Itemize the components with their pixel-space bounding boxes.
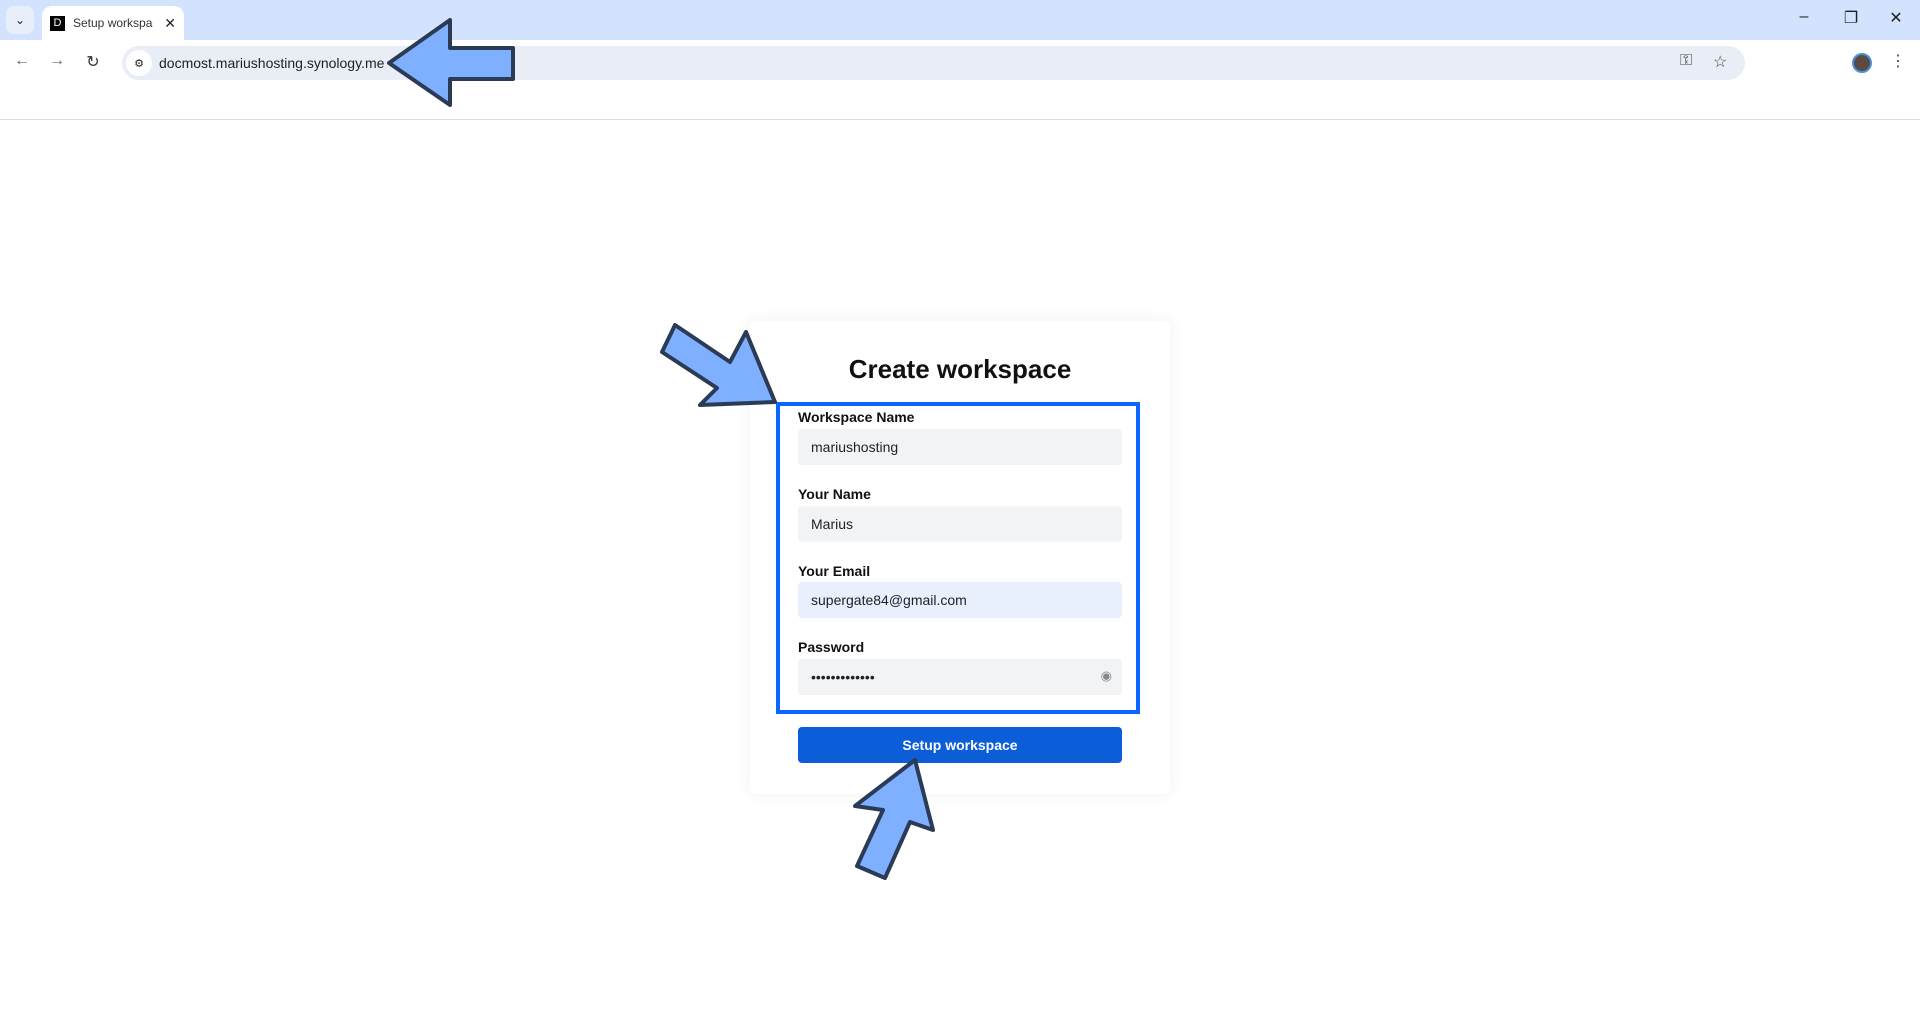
annotation-arrows [387,18,935,880]
arrow-to-button [853,758,935,880]
arrow-to-form [660,323,777,407]
arrow-to-url [387,18,515,107]
